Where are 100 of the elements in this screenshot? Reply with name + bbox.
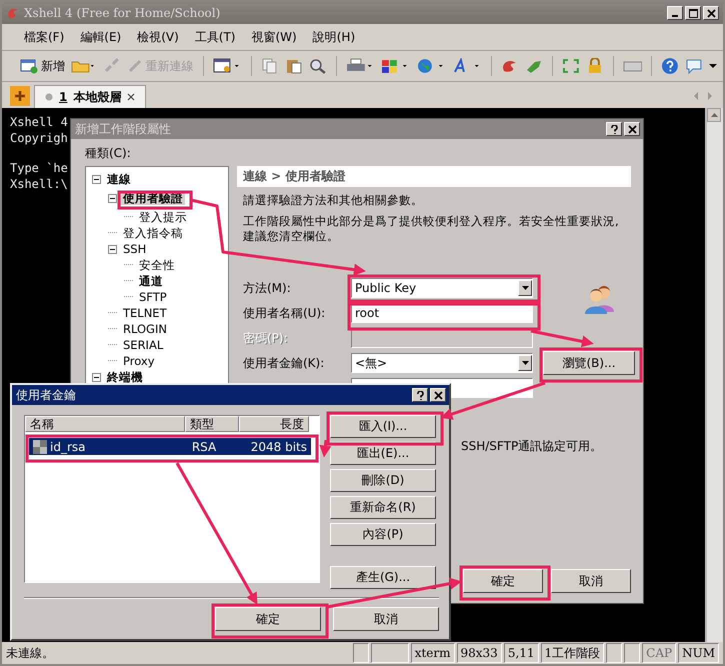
menu-item[interactable]: 工具(T): [194, 28, 236, 46]
key-action-button[interactable]: 內容(P): [330, 523, 436, 546]
users-icon: [583, 284, 617, 314]
description-text: 工作階段屬性中此部分是爲了提供較便利登入程序。若安全性重要狀況,建議您清空欄位。: [243, 214, 620, 244]
plus-icon: [14, 90, 26, 102]
fullscreen-icon[interactable]: [562, 58, 580, 74]
status-panel: [352, 643, 369, 663]
scroll-up-icon: [710, 113, 718, 117]
new-window-icon: [20, 58, 38, 74]
app-logo-icon: [6, 6, 20, 20]
dialog-title: 使用者金鑰: [16, 386, 76, 404]
status-panel: xterm: [410, 643, 454, 663]
dropdown-arrow-icon: [522, 286, 528, 290]
dropdown-arrow-icon: [522, 361, 528, 365]
dialog-button[interactable]: 確定: [463, 569, 543, 593]
table-cell-text: RSA: [190, 440, 218, 454]
minimize-button[interactable]: [667, 6, 683, 20]
dropdown-arrow-icon[interactable]: [709, 63, 717, 69]
tree-item[interactable]: SFTP: [137, 290, 169, 304]
key-action-button[interactable]: 產生(G)...: [330, 566, 436, 589]
collapse-icon[interactable]: [92, 372, 101, 382]
help-button[interactable]: [412, 388, 428, 402]
copy-icon[interactable]: [261, 58, 280, 74]
close-icon[interactable]: [127, 93, 136, 101]
close-icon: [434, 390, 442, 400]
status-panel: 98x33: [456, 643, 502, 663]
status-panel: [624, 643, 640, 663]
column-header[interactable]: 類型: [185, 416, 239, 432]
dialog-button[interactable]: 取消: [333, 607, 439, 631]
close-button[interactable]: [430, 388, 446, 402]
tree-item[interactable]: SSH: [121, 242, 148, 256]
help-icon[interactable]: [661, 57, 680, 75]
window-title: Xshell 4 (Free for Home/School): [24, 6, 220, 20]
leaf-icon[interactable]: [525, 58, 543, 74]
field-label: 密碼(P):: [243, 330, 289, 346]
collapse-icon[interactable]: [108, 244, 117, 254]
maximize-icon: [688, 8, 698, 18]
status-panel: 5,11: [504, 643, 539, 663]
status-dot-icon: [45, 93, 53, 101]
maximize-button[interactable]: [685, 6, 701, 20]
collapse-icon[interactable]: [92, 174, 101, 184]
terminal-line: Type `he: [10, 160, 68, 176]
new-session-button[interactable]: 新增: [20, 58, 65, 74]
tree-item[interactable]: SERIAL: [121, 338, 166, 352]
category-label: 種類(C):: [85, 145, 132, 162]
status-message: 未連線。: [6, 644, 55, 662]
dropdown[interactable]: Public Key: [351, 278, 533, 298]
field-label: 使用者金鑰(K):: [243, 354, 326, 372]
field-label: 方法(M):: [243, 280, 292, 296]
table-cell: id_rsa: [50, 440, 86, 454]
search-icon[interactable]: [308, 58, 327, 74]
question-mark-icon: [610, 124, 618, 134]
key-action-button[interactable]: 匯入(I)...: [330, 415, 436, 438]
menu-item[interactable]: 視窗(W): [252, 28, 297, 46]
key-indicator: CAP: [642, 643, 676, 663]
tree-item[interactable]: 安全性: [137, 258, 177, 272]
annotation-arrow: [319, 440, 332, 458]
dialog-button[interactable]: 確定: [215, 607, 321, 631]
close-icon: [706, 8, 716, 18]
menu-item[interactable]: 編輯(E): [80, 28, 122, 46]
tree-item[interactable]: 連線: [105, 172, 133, 186]
tree-item[interactable]: RLOGIN: [121, 322, 169, 336]
description-text: 請選擇驗證方法和其他相關參數。: [243, 193, 424, 208]
menu-item[interactable]: 說明(H): [312, 28, 356, 46]
key-row[interactable]: id_rsa RSA 2048 bits: [29, 438, 311, 455]
collapse-icon[interactable]: [108, 194, 117, 202]
key-file-icon: [33, 440, 47, 454]
terminal-line: Copyrigh: [10, 130, 68, 146]
tree-item[interactable]: Proxy: [121, 354, 157, 368]
paste-icon[interactable]: [285, 58, 303, 74]
close-icon: [628, 124, 636, 134]
column-header[interactable]: 長度: [239, 416, 309, 432]
tree-item[interactable]: 終端機: [105, 370, 145, 384]
tree-item[interactable]: TELNET: [121, 306, 169, 320]
close-button[interactable]: [703, 6, 719, 20]
tree-item[interactable]: 登入提示: [137, 210, 189, 224]
chat-bubble-icon[interactable]: [685, 58, 703, 74]
key-action-button[interactable]: 重新命名(R): [330, 496, 436, 519]
annotation-arrow: [530, 330, 594, 348]
add-tab-button[interactable]: [10, 86, 30, 106]
tree-item[interactable]: 登入指令稿: [121, 226, 185, 240]
session-tab[interactable]: 1 本地殼層: [34, 85, 146, 108]
key-indicator: NUM: [678, 643, 719, 663]
browse-button[interactable]: 瀏覽(B)...: [543, 351, 635, 375]
key-action-button[interactable]: 刪除(D): [330, 469, 436, 492]
dialog-button[interactable]: 取消: [551, 569, 631, 593]
table-cell-text: 2048 bits: [250, 440, 308, 454]
terminal-line: Xshell 4: [10, 114, 68, 130]
note-text: SSH/SFTP通訊協定可用。: [461, 438, 602, 455]
menu-item[interactable]: 檢視(V): [137, 28, 179, 46]
dropdown[interactable]: <無>: [351, 353, 533, 373]
status-panel: [606, 643, 622, 663]
section-header: 連線 > 使用者驗證: [237, 166, 631, 187]
scrollbar[interactable]: [705, 108, 723, 642]
status-panel: [370, 643, 409, 663]
status-panel: 1工作階段: [540, 643, 604, 663]
column-header[interactable]: 名稱: [25, 416, 185, 432]
tree-item[interactable]: 通道: [137, 274, 165, 288]
terminal-line: Xshell:\: [10, 176, 68, 192]
menu-item[interactable]: 檔案(F): [24, 28, 64, 46]
